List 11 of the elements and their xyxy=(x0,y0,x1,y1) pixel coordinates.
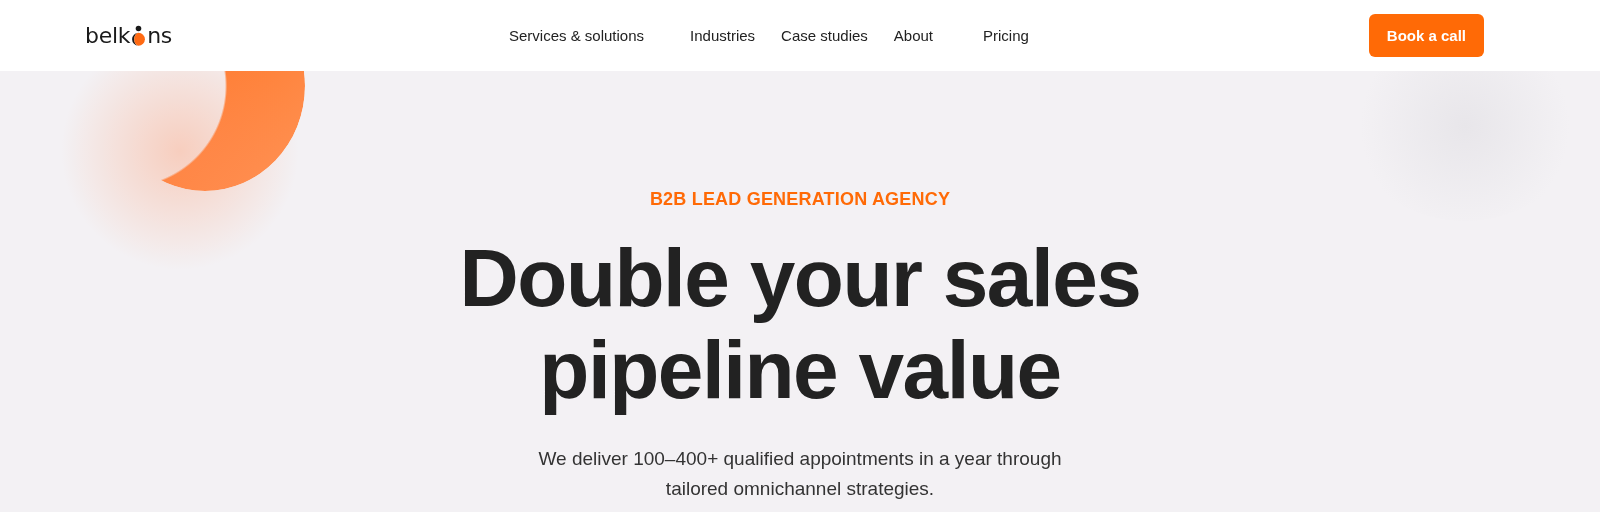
person-icon xyxy=(131,24,147,47)
nav-link[interactable]: Industries xyxy=(690,27,756,44)
hero-subtitle: We deliver 100–400+ qualified appointments in a year through tailored omnichannel strategies. xyxy=(538,447,1062,501)
hero-heading: Double your sales pipeline value xyxy=(459,232,1141,416)
logo-text[interactable]: ns xyxy=(147,24,172,47)
nav-link[interactable]: Pricing xyxy=(983,27,1029,44)
logo-text[interactable]: belk xyxy=(85,24,131,47)
nav-link[interactable]: Services & solutions xyxy=(509,27,645,44)
eyebrow-text: B2B LEAD GENERATION AGENCY xyxy=(649,189,951,210)
nav-link[interactable]: Case studies xyxy=(781,27,868,44)
nav-link[interactable]: About xyxy=(893,27,934,44)
